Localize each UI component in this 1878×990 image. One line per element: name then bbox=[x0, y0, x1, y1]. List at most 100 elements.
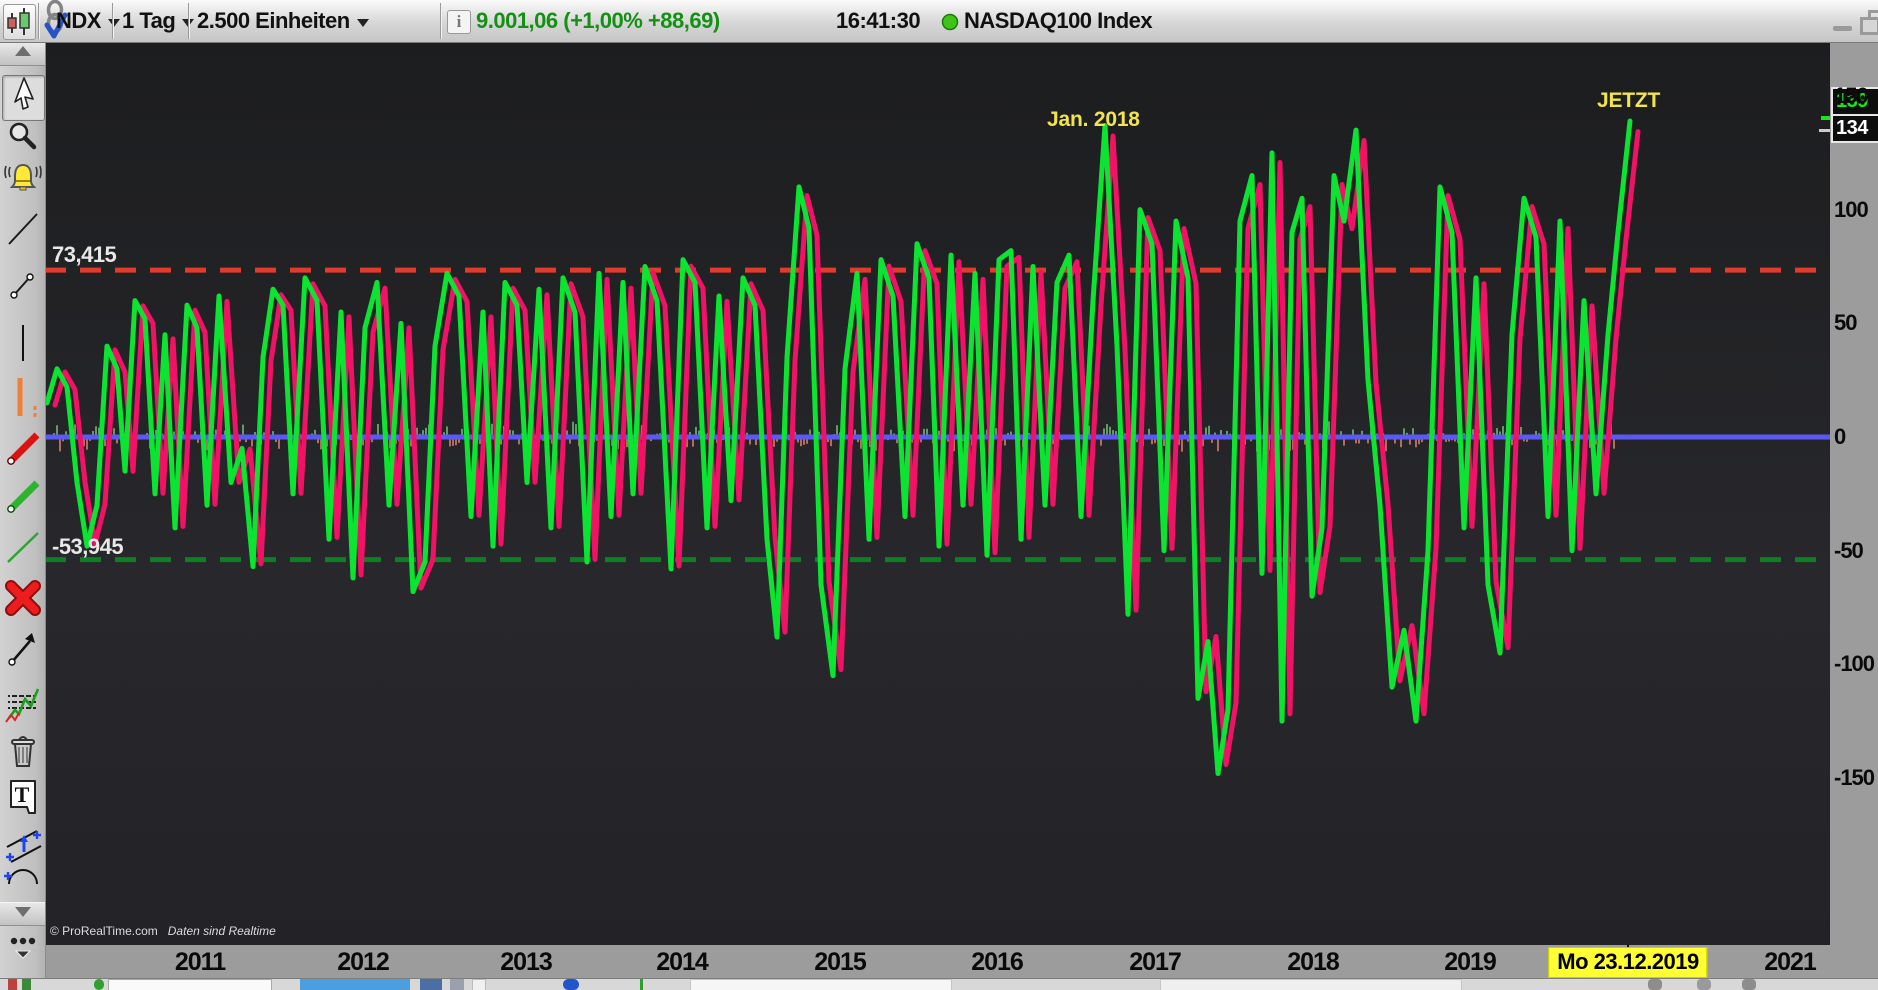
x-axis-year-label: 2012 bbox=[337, 948, 389, 977]
sliver-fragment bbox=[563, 979, 579, 990]
pointer-icon bbox=[4, 74, 44, 123]
top-toolbar: NDX 1 Tag 2.500 Einheiten i 9.001,06 (+1… bbox=[0, 0, 1878, 43]
sliver-fragment bbox=[8, 979, 17, 990]
sliver-fragment bbox=[300, 979, 410, 990]
time-axis[interactable]: Mo 23.12.2019 2011 2012 2013 2014 2015 2016 20… bbox=[0, 945, 1878, 979]
trendline-icon bbox=[3, 207, 43, 256]
texttool-icon: T bbox=[3, 775, 43, 824]
trash-icon bbox=[3, 729, 43, 778]
timeframe-selector[interactable]: 1 Tag bbox=[122, 0, 194, 42]
sliver-fragment bbox=[450, 979, 464, 990]
svg-text:T: T bbox=[14, 782, 29, 807]
trend-line-tool[interactable] bbox=[2, 209, 43, 253]
lower-level-label: -53,945 bbox=[52, 534, 123, 560]
x-axis-year-label: 2015 bbox=[814, 948, 866, 977]
y-axis-tick-label: 100 bbox=[1834, 197, 1868, 223]
upper-level-label: 73,415 bbox=[52, 242, 116, 268]
sliver-fragment bbox=[472, 979, 486, 990]
units-label: 2.500 Einheiten bbox=[197, 8, 350, 34]
instrument-name: NASDAQ100 Index bbox=[964, 8, 1152, 34]
realtime-status-dot bbox=[941, 13, 959, 36]
sliver-fragment bbox=[22, 979, 31, 990]
y-axis-tick-label: 0 bbox=[1834, 424, 1845, 450]
copyright-note: © ProRealTime.com Daten sind Realtime bbox=[50, 924, 276, 938]
sliver-fragment bbox=[94, 979, 104, 990]
thingreen-icon bbox=[3, 524, 43, 573]
vline-icon bbox=[3, 321, 43, 370]
prorealtime-window: NDX 1 Tag 2.500 Einheiten i 9.001,06 (+1… bbox=[0, 0, 1878, 990]
copyright-text: © ProRealTime.com bbox=[50, 924, 158, 938]
bell-icon bbox=[3, 157, 43, 206]
redx-icon bbox=[3, 576, 43, 625]
x-axis-year-label: 2016 bbox=[971, 948, 1023, 977]
segment-icon bbox=[3, 264, 43, 313]
vertical-line-tool[interactable] bbox=[2, 323, 43, 367]
sliver-fragment bbox=[108, 979, 272, 990]
background-window-sliver bbox=[0, 979, 1878, 990]
pointer-tool[interactable] bbox=[2, 75, 45, 121]
info-glyph: i bbox=[457, 12, 462, 32]
indicator-chart-canvas[interactable] bbox=[45, 42, 1830, 945]
y-axis-tick-label: -50 bbox=[1834, 538, 1863, 564]
units-selector[interactable]: 2.500 Einheiten bbox=[197, 0, 369, 42]
indicator-icon bbox=[3, 683, 43, 732]
y-axis-tick-label: -100 bbox=[1834, 651, 1874, 677]
candlestick-icon bbox=[4, 24, 33, 41]
drawing-toolbox: T bbox=[0, 42, 46, 978]
info-icon[interactable]: i bbox=[447, 10, 471, 34]
timeframe-label: 1 Tag bbox=[122, 8, 175, 34]
redline-icon bbox=[3, 423, 43, 472]
chart-area[interactable]: 73,415 -53,945 Jan. 2018 JETZT © ProReal… bbox=[45, 42, 1830, 945]
y-axis-tick-label: -150 bbox=[1834, 765, 1874, 791]
annotation-jetzt: JETZT bbox=[1597, 89, 1660, 113]
cursor-date-box: Mo 23.12.2019 bbox=[1548, 947, 1707, 978]
arrow-icon bbox=[3, 626, 43, 675]
x-axis-year-label: 2021 bbox=[1764, 948, 1816, 977]
x-axis-year-label: 2011 bbox=[175, 948, 225, 977]
chart-type-button[interactable] bbox=[3, 4, 36, 40]
text-tool[interactable]: T bbox=[2, 777, 43, 821]
chevron-down-icon bbox=[357, 19, 369, 27]
instrument-name-area: NASDAQ100 Index bbox=[964, 0, 1152, 42]
indicator-tool[interactable] bbox=[2, 685, 43, 729]
price-axis[interactable]: 139 134 150100500-50-100-150 bbox=[1830, 42, 1878, 945]
sliver-fragment bbox=[1697, 979, 1711, 990]
sliver-fragment bbox=[420, 979, 442, 990]
sliver-fragment bbox=[1742, 979, 1756, 990]
delete-tool[interactable] bbox=[2, 578, 43, 622]
x-axis-year-label: 2018 bbox=[1287, 948, 1339, 977]
alert-bell-tool[interactable] bbox=[2, 159, 43, 203]
thin-green-line-tool[interactable] bbox=[2, 526, 43, 570]
sliver-fragment bbox=[1160, 979, 1462, 990]
scroll-up-button[interactable] bbox=[0, 42, 45, 66]
chevron-down-icon bbox=[108, 19, 120, 27]
instrument-selector[interactable]: NDX bbox=[56, 0, 120, 42]
arrow-tool[interactable] bbox=[2, 628, 43, 672]
y-axis-tick-label: 150 bbox=[1834, 83, 1868, 109]
more-options-button[interactable] bbox=[2, 927, 43, 971]
minimize-icon[interactable] bbox=[1833, 26, 1852, 31]
dots-icon bbox=[3, 925, 43, 974]
last-value-marker-white: 134 bbox=[1831, 114, 1878, 143]
quote-area: 9.001,06 (+1,00% +88,69) bbox=[476, 0, 720, 42]
x-axis-year-label: 2017 bbox=[1129, 948, 1181, 977]
x-axis-year-label: 2013 bbox=[500, 948, 552, 977]
realtime-note: Daten sind Realtime bbox=[168, 924, 276, 938]
quote-time: 16:41:30 bbox=[836, 8, 920, 34]
sliver-fragment bbox=[640, 979, 643, 990]
x-axis-year-label: 2014 bbox=[656, 948, 708, 977]
annotation-jan-2018: Jan. 2018 bbox=[1047, 108, 1140, 132]
segment-tool[interactable] bbox=[2, 266, 43, 310]
quote-text: 9.001,06 (+1,00% +88,69) bbox=[476, 8, 720, 34]
sliver-fragment bbox=[1648, 979, 1662, 990]
restore-window-icon[interactable] bbox=[1860, 10, 1878, 34]
greenline-icon bbox=[3, 471, 43, 520]
sliver-fragment bbox=[690, 979, 952, 990]
trash-tool[interactable] bbox=[2, 731, 43, 775]
extended-line-tool[interactable] bbox=[2, 378, 43, 422]
scroll-down-button[interactable] bbox=[0, 902, 45, 926]
y-axis-tick-label: 50 bbox=[1834, 310, 1856, 336]
green-trend-tool[interactable] bbox=[2, 473, 43, 517]
instrument-label: NDX bbox=[56, 8, 101, 34]
red-trend-tool[interactable] bbox=[2, 425, 43, 469]
